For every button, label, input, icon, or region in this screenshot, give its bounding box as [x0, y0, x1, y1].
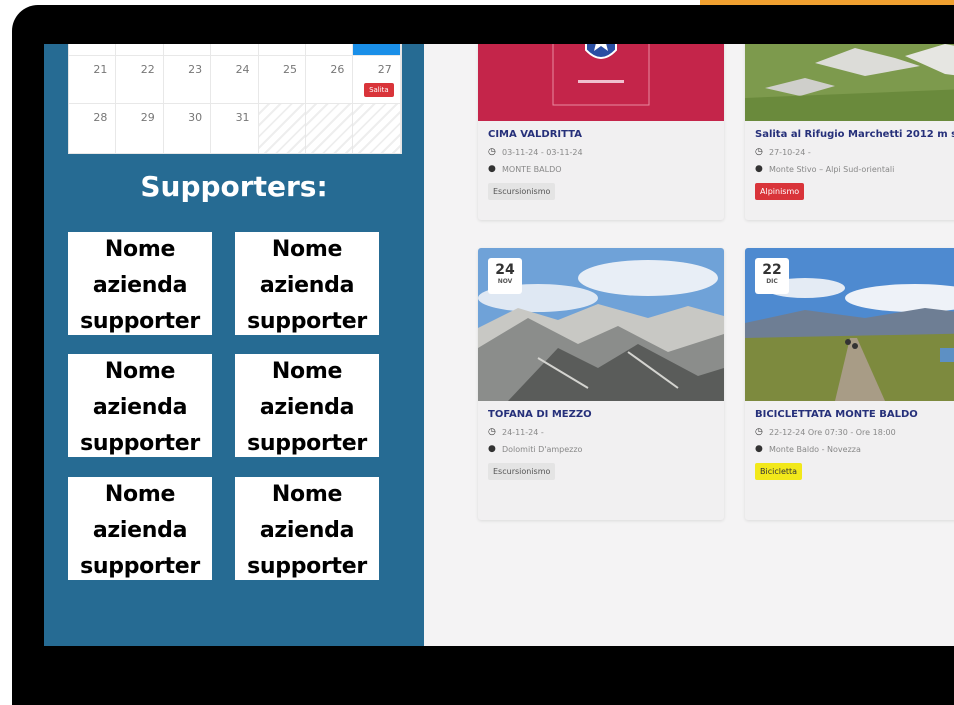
clock-icon: ◷: [755, 427, 763, 437]
event-location: ● Monte Baldo - Novezza: [755, 444, 861, 454]
map-pin-icon: ●: [755, 444, 763, 454]
calendar-week-row: 28 29 30 31: [69, 104, 401, 154]
event-dates: ◷ 22-12-24 Ore 07:30 - Ore 18:00: [755, 427, 896, 437]
event-dates: ◷ 03-11-24 - 03-11-24: [488, 147, 583, 157]
calendar-week-row: 21 22 23 24 25 26 27 Salita: [69, 56, 401, 104]
calendar-day-empty: [305, 104, 354, 154]
map-pin-icon: ●: [488, 164, 496, 174]
calendar-day[interactable]: 25: [258, 56, 306, 104]
calendar-day-empty: [353, 104, 401, 154]
clock-icon: ◷: [488, 147, 496, 157]
calendar-day[interactable]: [116, 44, 164, 56]
rocky-meadow-photo: [745, 44, 954, 121]
map-pin-icon: ●: [755, 164, 763, 174]
supporter-logo[interactable]: Nome azienda supporter: [235, 477, 379, 580]
calendar-day[interactable]: 29: [116, 104, 164, 154]
calendar-day[interactable]: 27 Salita: [353, 56, 401, 104]
clock-icon: ◷: [488, 427, 496, 437]
event-image[interactable]: 22 DIC: [745, 248, 954, 401]
screen: 21 22 23 24 25 26 27 Salita 28 29 30 31 …: [44, 44, 954, 646]
event-dates: ◷ 24-11-24 -: [488, 427, 544, 437]
event-location: ● Monte Stivo – Alpi Sud-orientali: [755, 164, 895, 174]
event-title[interactable]: BICICLETTATA MONTE BALDO: [755, 409, 954, 420]
event-category-tag[interactable]: Escursionismo: [488, 463, 556, 480]
supporters-title: Supporters:: [140, 170, 328, 203]
event-date-badge: 24 NOV: [488, 258, 522, 294]
calendar-day[interactable]: 30: [163, 104, 212, 154]
calendar: 21 22 23 24 25 26 27 Salita 28 29 30 31: [68, 44, 402, 154]
event-card[interactable]: Salita al Rifugio Marchetti 2012 m slm. …: [745, 44, 954, 220]
calendar-day[interactable]: [211, 44, 259, 56]
calendar-day[interactable]: 23: [163, 56, 212, 104]
supporter-logo[interactable]: Nome azienda supporter: [68, 354, 212, 457]
calendar-day-selected[interactable]: [353, 44, 401, 56]
calendar-day[interactable]: 31: [211, 104, 259, 154]
calendar-week-row: [69, 44, 401, 56]
calendar-day[interactable]: [305, 44, 354, 56]
calendar-day-empty: [258, 104, 306, 154]
calendar-day[interactable]: 21: [69, 56, 117, 104]
event-category-tag[interactable]: Alpinismo: [755, 183, 805, 200]
event-title[interactable]: TOFANA DI MEZZO: [488, 409, 714, 420]
event-location: ● MONTE BALDO: [488, 164, 562, 174]
supporter-logo[interactable]: Nome azienda supporter: [68, 232, 212, 335]
calendar-day[interactable]: [163, 44, 212, 56]
supporter-logo[interactable]: Nome azienda supporter: [235, 232, 379, 335]
supporter-logo[interactable]: Nome azienda supporter: [235, 354, 379, 457]
calendar-day[interactable]: 28: [69, 104, 117, 154]
event-category-tag[interactable]: Escursionismo: [488, 183, 556, 200]
event-title[interactable]: CIMA VALDRITTA: [488, 129, 714, 140]
event-image[interactable]: [478, 44, 724, 121]
clock-icon: ◷: [755, 147, 763, 157]
event-title[interactable]: Salita al Rifugio Marchetti 2012 m slm.: [755, 129, 954, 140]
calendar-day[interactable]: [258, 44, 306, 56]
event-card[interactable]: CIMA VALDRITTA ◷ 03-11-24 - 03-11-24 ● MON…: [478, 44, 724, 220]
calendar-day[interactable]: 22: [116, 56, 164, 104]
sidebar: 21 22 23 24 25 26 27 Salita 28 29 30 31 …: [44, 44, 424, 646]
calendar-day[interactable]: 24: [211, 56, 259, 104]
map-pin-icon: ●: [488, 444, 496, 454]
calendar-day[interactable]: 26: [305, 56, 354, 104]
event-category-tag[interactable]: Bicicletta: [755, 463, 803, 480]
event-card[interactable]: 22 DIC BICICLETTATA MONTE BALDO ◷ 22-12-2…: [745, 248, 954, 520]
calendar-event-tag[interactable]: Salita: [364, 83, 394, 97]
event-card[interactable]: 24 NOV TOFANA DI MEZZO ◷ 24-11-24 - ● Dolo…: [478, 248, 724, 520]
event-dates: ◷ 27-10-24 -: [755, 147, 811, 157]
event-image[interactable]: 24 NOV: [478, 248, 724, 401]
crimson-crest-banner: [478, 44, 724, 121]
events-grid: CIMA VALDRITTA ◷ 03-11-24 - 03-11-24 ● MON…: [424, 44, 954, 646]
supporter-logo[interactable]: Nome azienda supporter: [68, 477, 212, 580]
event-image[interactable]: [745, 44, 954, 121]
event-date-badge: 22 DIC: [755, 258, 789, 294]
calendar-day[interactable]: [69, 44, 117, 56]
event-location: ● Dolomiti D'ampezzo: [488, 444, 583, 454]
